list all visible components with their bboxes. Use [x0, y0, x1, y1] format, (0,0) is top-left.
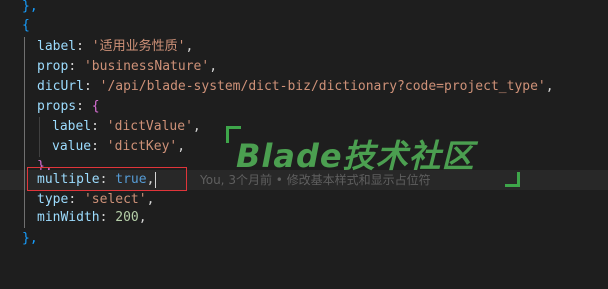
watermark-bracket-bottom-right: [505, 172, 520, 187]
indent-guide: [24, 170, 25, 190]
code-line: label: 'dictValue',: [0, 117, 608, 137]
string-value: '适用业务性质': [91, 39, 186, 54]
property-key: type: [37, 192, 69, 207]
string-value: 'select': [83, 192, 147, 207]
indent-guide: [24, 57, 25, 77]
string-value: '/api/blade-system/dict-biz/dictionary?c…: [99, 79, 546, 94]
code-line: type: 'select',: [0, 190, 608, 210]
indent-guide: [24, 77, 25, 97]
highlight-annotation-box: [27, 167, 187, 191]
string-value: 'dictValue': [106, 119, 193, 134]
indent-guide: [24, 97, 25, 117]
property-key: label: [52, 119, 92, 134]
property-key: minWidth: [37, 210, 100, 225]
number-value: 200: [115, 210, 139, 225]
opening-brace: {: [22, 18, 30, 33]
property-key: label: [37, 39, 77, 54]
closing-brace: },: [22, 231, 38, 246]
property-key: props: [37, 99, 77, 114]
indent-guide: [24, 137, 25, 157]
indent-guide: [24, 117, 25, 137]
code-line: },: [0, 229, 608, 249]
indent-guide: [24, 208, 25, 228]
code-editor[interactable]: }, { label: '适用业务性质', prop: 'businessNat…: [0, 0, 608, 249]
indent-guide: [24, 37, 25, 57]
property-key: dicUrl: [37, 79, 84, 94]
indent-guide: [39, 117, 40, 137]
watermark-logo: Blade技术社区: [236, 137, 475, 175]
code-line: props: {: [0, 97, 608, 117]
property-key: value: [52, 139, 92, 154]
string-value: 'dictKey': [106, 139, 178, 154]
code-line: dicUrl: '/api/blade-system/dict-biz/dict…: [0, 77, 608, 97]
code-line: {: [0, 16, 608, 36]
code-line: prop: 'businessNature',: [0, 57, 608, 77]
closing-brace: },: [22, 0, 38, 14]
string-value: 'businessNature': [83, 59, 210, 74]
property-key: prop: [37, 59, 69, 74]
indent-guide: [39, 137, 40, 157]
opening-brace: {: [91, 99, 100, 114]
code-line: minWidth: 200,: [0, 208, 608, 228]
code-line: },: [0, 0, 608, 17]
code-line: label: '适用业务性质',: [0, 37, 608, 57]
indent-guide: [24, 190, 25, 210]
